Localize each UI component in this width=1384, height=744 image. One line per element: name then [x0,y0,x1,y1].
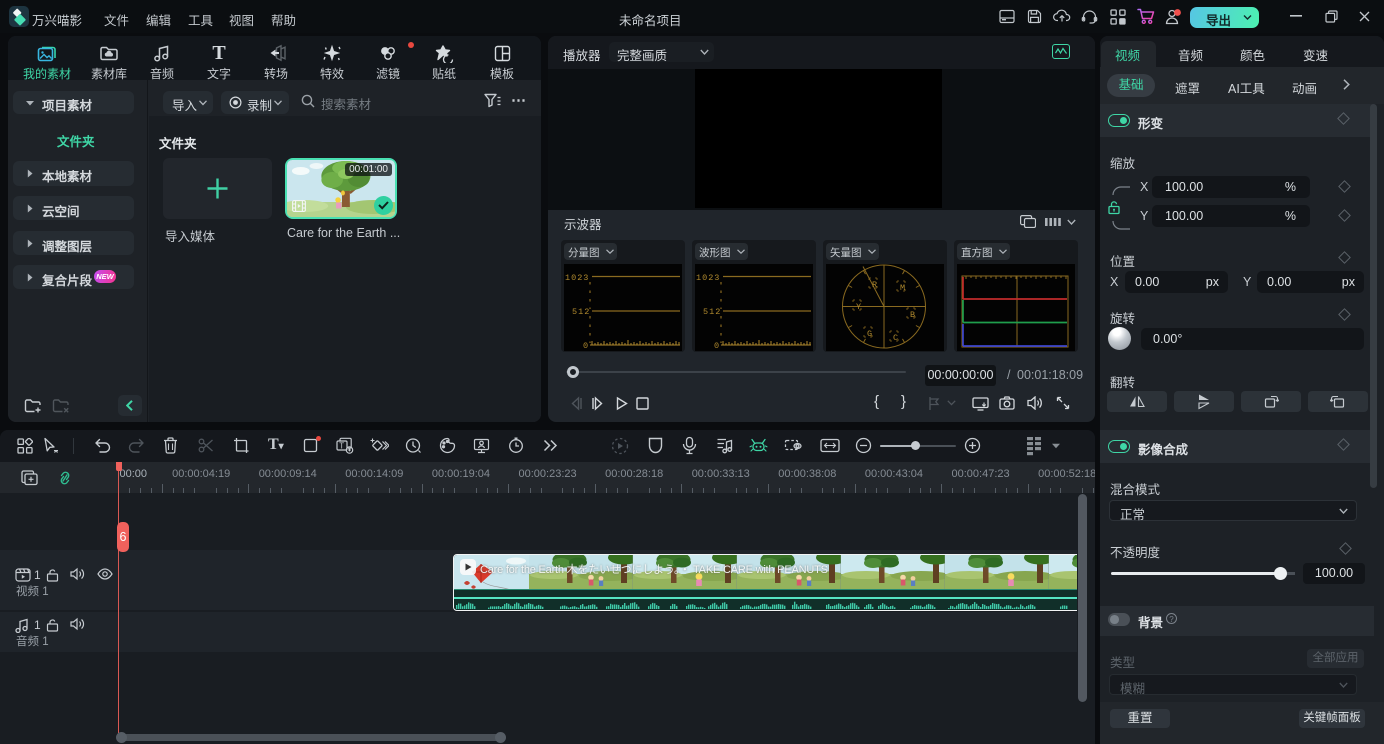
svg-text:M: M [900,283,905,293]
svg-text:512: 512 [703,307,721,317]
svg-text:C: C [893,333,898,343]
svg-text:0: 0 [583,341,588,351]
svg-text:B: B [910,310,915,320]
svg-text:512: 512 [572,307,590,317]
svg-text:G: G [867,329,872,339]
svg-text:1023: 1023 [565,273,589,283]
svg-text:1023: 1023 [696,273,720,283]
svg-text:Y: Y [856,302,861,312]
svg-text:0: 0 [714,341,719,351]
svg-text:T: T [339,442,344,451]
svg-text:R: R [872,280,877,290]
